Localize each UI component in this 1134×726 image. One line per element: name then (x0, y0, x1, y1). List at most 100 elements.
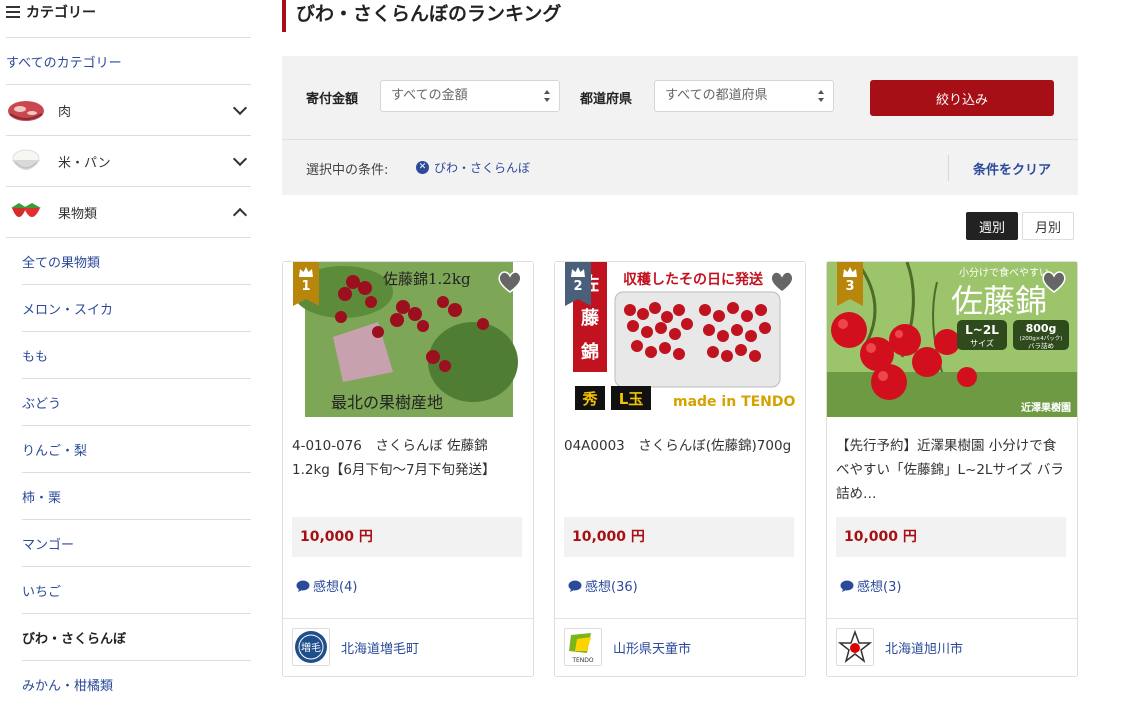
rank-number: 3 (845, 279, 855, 294)
sidebar-item-label: 肉 (58, 104, 72, 120)
prefecture-label: 都道府県 (580, 92, 633, 107)
sidebar-subitem-all-fruit[interactable]: 全ての果物類 (22, 238, 251, 285)
sidebar-subitem-grape[interactable]: ぶどう (22, 379, 251, 426)
review-link[interactable]: 感想(36) (568, 576, 638, 595)
product-price: 10,000 円 (564, 517, 794, 557)
amount-select-value: すべての金額 (391, 88, 468, 103)
product-card[interactable]: 佐藤錦1.2kg 最北の果樹産地 1 4-010-076 さくらんぼ 佐藤錦1.… (282, 261, 534, 677)
svg-text:800g: 800g (1026, 322, 1057, 335)
divider (282, 139, 1078, 140)
svg-text:錦: 錦 (581, 341, 599, 363)
municipality-link[interactable]: 山形県天童市 (613, 638, 691, 657)
svg-text:収穫したその日に発送: 収穫したその日に発送 (623, 271, 764, 288)
product-name[interactable]: 【先行予約】近澤果樹園 小分けで食べやすい「佐藤錦」L~2Lサイズ バラ詰め… (836, 434, 1068, 506)
divider (827, 618, 1077, 619)
crown-icon (843, 267, 857, 277)
product-image[interactable]: 佐 藤 錦 収穫したその日に発送 秀 L玉 made in TENDO (555, 262, 805, 417)
favorite-heart-icon[interactable] (1041, 270, 1067, 294)
sidebar-subitem-persimmon[interactable]: 柿・栗 (22, 473, 251, 520)
amount-label: 寄付金額 (306, 92, 359, 107)
filter-submit-button[interactable]: 絞り込み (870, 80, 1054, 116)
favorite-heart-icon[interactable] (497, 270, 523, 294)
select-arrows-icon (818, 90, 825, 102)
list-icon (6, 6, 20, 18)
review-count: 感想(4) (313, 580, 358, 595)
svg-text:小分けで食べやすい: 小分けで食べやすい (959, 266, 1049, 279)
condition-chip[interactable]: ✕ びわ・さくらんぼ (416, 159, 530, 176)
sidebar-subitem-citrus[interactable]: みかん・柑橘類 (22, 661, 251, 708)
remove-icon[interactable]: ✕ (416, 161, 429, 174)
municipality-link[interactable]: 北海道増毛町 (341, 638, 419, 657)
product-price: 10,000 円 (836, 517, 1066, 557)
tab-weekly[interactable]: 週別 (966, 212, 1019, 240)
prefecture-select-value: すべての都道府県 (665, 88, 768, 103)
review-count: 感想(36) (585, 580, 638, 595)
sidebar-item-fruit[interactable]: 果物類 (6, 187, 251, 238)
municipality-link[interactable]: 北海道旭川市 (885, 638, 963, 657)
chevron-down-icon (232, 151, 248, 167)
municipality-logo: 増毛 (292, 628, 330, 666)
sidebar-item-all[interactable]: すべてのカテゴリー (6, 38, 251, 85)
rice-bowl-icon (6, 145, 46, 177)
prefecture-select[interactable]: すべての都道府県 (654, 80, 834, 112)
rank-number: 1 (301, 279, 311, 294)
product-price: 10,000 円 (292, 517, 522, 557)
product-name[interactable]: 04A0003 さくらんぼ(佐藤錦)700g (564, 434, 796, 458)
category-sidebar: カテゴリー すべてのカテゴリー 肉 米・パン 果物類 全ての果物類 メロン・スイ… (6, 0, 251, 708)
product-image[interactable]: 小分けで食べやすい 佐藤錦 L~2L サイズ 800g (200g×4パック) … (827, 262, 1077, 417)
svg-text:秀: 秀 (581, 390, 598, 408)
svg-text:増毛: 増毛 (301, 641, 321, 654)
svg-text:L~2L: L~2L (965, 323, 999, 337)
speech-bubble-icon (840, 580, 854, 592)
svg-text:佐藤錦1.2kg: 佐藤錦1.2kg (383, 270, 471, 288)
sidebar-item-meat[interactable]: 肉 (6, 85, 251, 136)
svg-text:サイズ: サイズ (970, 338, 994, 348)
chevron-up-icon (232, 207, 248, 223)
meat-icon (6, 94, 46, 126)
favorite-heart-icon[interactable] (769, 270, 795, 294)
divider (555, 618, 805, 619)
crown-icon (299, 267, 313, 277)
sidebar-title: カテゴリー (26, 5, 96, 21)
municipality-logo (836, 628, 874, 666)
svg-text:made in TENDO: made in TENDO (673, 394, 796, 410)
review-link[interactable]: 感想(4) (296, 576, 357, 595)
svg-text:最北の果樹産地: 最北の果樹産地 (331, 393, 443, 412)
clear-conditions-link[interactable]: 条件をクリア (973, 159, 1051, 178)
condition-chip-label: びわ・さくらんぼ (434, 161, 531, 175)
svg-text:(200g×4パック): (200g×4パック) (1020, 335, 1063, 342)
chevron-down-icon (232, 100, 248, 116)
svg-text:バラ詰め: バラ詰め (1028, 341, 1054, 350)
tab-monthly[interactable]: 月別 (1022, 212, 1075, 240)
period-tabs: 週別 月別 (966, 212, 1075, 240)
product-image[interactable]: 佐藤錦1.2kg 最北の果樹産地 (283, 262, 533, 417)
sidebar-item-label: 米・パン (58, 155, 111, 171)
sidebar-subitem-melon[interactable]: メロン・スイカ (22, 285, 251, 332)
review-link[interactable]: 感想(3) (840, 576, 901, 595)
sidebar-subitem-strawberry[interactable]: いちご (22, 567, 251, 614)
filter-panel: 寄付金額 すべての金額 都道府県 すべての都道府県 絞り込み 選択中の条件: ✕… (282, 56, 1078, 195)
conditions-label: 選択中の条件: (306, 163, 389, 178)
sidebar-subitem-mango[interactable]: マンゴー (22, 520, 251, 567)
municipality-logo: TENDO (564, 628, 602, 666)
sidebar-subitem-loquat-cherry[interactable]: びわ・さくらんぼ (22, 614, 251, 661)
crown-icon (571, 267, 585, 277)
sidebar-subitem-peach[interactable]: もも (22, 332, 251, 379)
product-card[interactable]: 佐 藤 錦 収穫したその日に発送 秀 L玉 made in TENDO 2 04… (554, 261, 806, 677)
sidebar-item-rice-bread[interactable]: 米・パン (6, 136, 251, 187)
svg-text:L玉: L玉 (619, 390, 644, 408)
sidebar-header: カテゴリー (6, 0, 251, 38)
amount-select[interactable]: すべての金額 (380, 80, 560, 112)
page-title: びわ・さくらんぼのランキング (282, 0, 561, 32)
speech-bubble-icon (296, 580, 310, 592)
divider (948, 155, 949, 181)
product-name[interactable]: 4-010-076 さくらんぼ 佐藤錦1.2kg【6月下旬～7月下旬発送】 (292, 434, 524, 482)
review-count: 感想(3) (857, 580, 902, 595)
select-arrows-icon (544, 90, 551, 102)
rank-number: 2 (573, 279, 583, 294)
strawberry-icon (6, 196, 46, 228)
sidebar-subitem-apple-pear[interactable]: りんご・梨 (22, 426, 251, 473)
product-card[interactable]: 小分けで食べやすい 佐藤錦 L~2L サイズ 800g (200g×4パック) … (826, 261, 1078, 677)
divider (283, 618, 533, 619)
svg-text:TENDO: TENDO (571, 657, 594, 664)
